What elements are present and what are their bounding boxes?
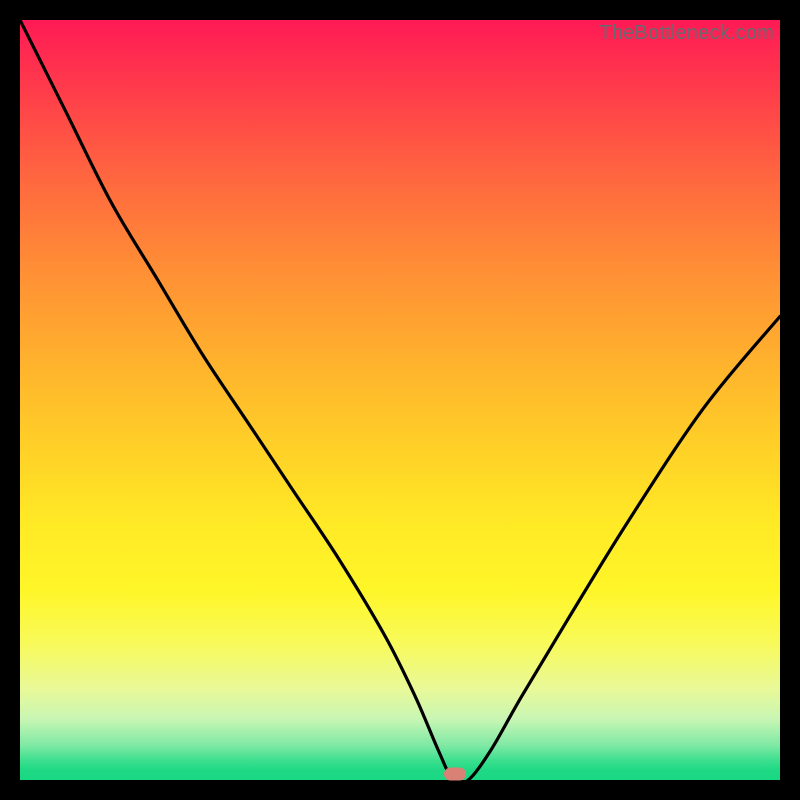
- chart-plot-area: TheBottleneck.com: [20, 20, 780, 780]
- bottleneck-curve: [20, 20, 780, 780]
- chart-stage: TheBottleneck.com: [0, 0, 800, 800]
- bottleneck-curve-path: [20, 20, 780, 784]
- optimum-marker: [444, 767, 466, 780]
